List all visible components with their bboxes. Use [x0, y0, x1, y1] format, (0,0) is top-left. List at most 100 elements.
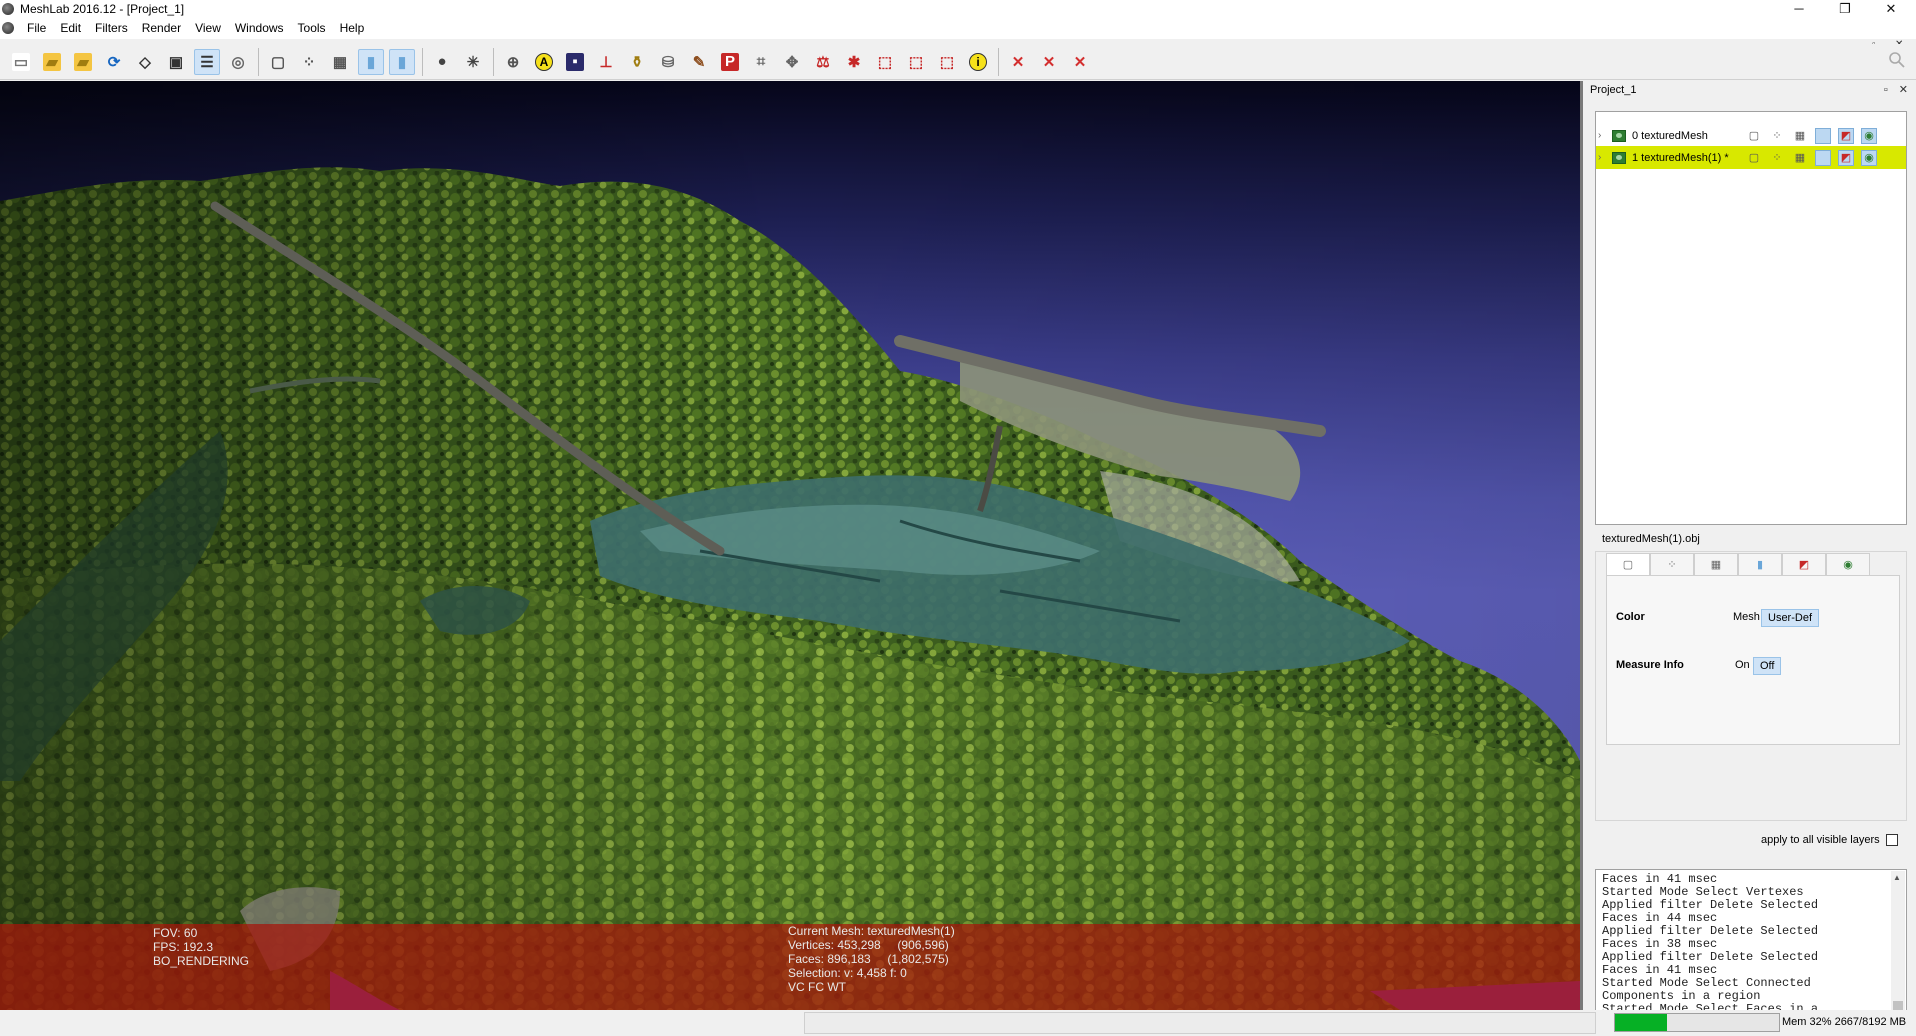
- bbox-icon[interactable]: ▢: [1746, 128, 1762, 144]
- visibility-eye-icon[interactable]: [1612, 151, 1626, 164]
- brush-icon[interactable]: ✎: [686, 49, 712, 75]
- paint-bucket-icon[interactable]: ⚱: [624, 49, 650, 75]
- pick-points-icon[interactable]: P: [717, 49, 743, 75]
- wireframe-icon[interactable]: ▦: [1792, 150, 1808, 166]
- reload-icon[interactable]: ⟳: [101, 49, 127, 75]
- system-menu-icon[interactable]: [2, 22, 14, 34]
- decorator-options: Color Mesh User-Def Measure Info On Off: [1606, 575, 1900, 745]
- tab-bbox-icon[interactable]: ▢: [1606, 553, 1650, 575]
- menu-view[interactable]: View: [188, 21, 228, 35]
- apply-all-checkbox[interactable]: [1885, 834, 1898, 846]
- select-vertices-icon[interactable]: ⬚: [903, 49, 929, 75]
- info-icon[interactable]: i: [965, 49, 991, 75]
- flat-icon[interactable]: [1815, 127, 1831, 144]
- toolbar-separator: [493, 47, 494, 76]
- search-icon[interactable]: [1886, 49, 1908, 71]
- maximize-button[interactable]: ❐: [1822, 0, 1868, 17]
- minimize-button[interactable]: ─: [1776, 0, 1822, 17]
- menu-filters[interactable]: Filters: [88, 21, 135, 35]
- layer-list: › 0 texturedMesh ▢ ⁘ ▦ ◩ ◉ › 1 texturedM…: [1595, 111, 1907, 525]
- 3d-viewport[interactable]: FOV: 60 FPS: 192.3 BO_RENDERING Current …: [0, 81, 1580, 1010]
- measure-option-off[interactable]: Off: [1753, 657, 1782, 675]
- color-option-mesh[interactable]: Mesh: [1733, 611, 1760, 623]
- menu-windows[interactable]: Windows: [228, 21, 291, 35]
- mesh-select-icon[interactable]: ⛁: [655, 49, 681, 75]
- open-project-icon[interactable]: ▰: [39, 49, 65, 75]
- new-project-icon[interactable]: ▭: [8, 49, 34, 75]
- delete-vertices-icon[interactable]: ✕: [1036, 49, 1062, 75]
- expand-arrow-icon[interactable]: ›: [1598, 130, 1608, 141]
- fps-label: FPS: 192.3: [153, 940, 214, 954]
- decorator-tabs: ▢ ⁘ ▦ ▮ ◩ ◉: [1606, 553, 1870, 575]
- menu-edit[interactable]: Edit: [53, 21, 88, 35]
- toolbar-separator: [258, 47, 259, 76]
- manipulator-icon[interactable]: ✥: [779, 49, 805, 75]
- texture-icon[interactable]: ◩: [1838, 127, 1854, 144]
- import-mesh-icon[interactable]: ▰: [70, 49, 96, 75]
- measure-option-on[interactable]: On: [1735, 659, 1750, 671]
- apply-all-label: apply to all visible layers: [1761, 834, 1880, 846]
- annotate-icon[interactable]: A: [531, 49, 557, 75]
- menu-tools[interactable]: Tools: [291, 21, 333, 35]
- points-icon[interactable]: ⁘: [296, 49, 322, 75]
- bbox-icon[interactable]: ▢: [265, 49, 291, 75]
- bbox-icon[interactable]: ▢: [1746, 150, 1762, 166]
- menu-render[interactable]: Render: [135, 21, 188, 35]
- panel-title: Project_1: [1590, 84, 1637, 96]
- export-mesh-icon[interactable]: ◇: [132, 49, 158, 75]
- textured-mesh-render[interactable]: [0, 81, 1580, 1010]
- tab-points-icon[interactable]: ⁘: [1650, 553, 1694, 575]
- delete-faces-icon[interactable]: ✕: [1005, 49, 1031, 75]
- smooth-icon[interactable]: ◉: [1861, 127, 1877, 144]
- expand-arrow-icon[interactable]: ›: [1598, 152, 1608, 163]
- scroll-up-icon[interactable]: ▲: [1893, 873, 1901, 882]
- fov-label: FOV: 60: [153, 926, 198, 940]
- smooth-icon[interactable]: ▮: [389, 48, 415, 75]
- light-icon[interactable]: ●: [429, 49, 455, 75]
- align-icon[interactable]: ⌗: [748, 49, 774, 75]
- snapshot-icon[interactable]: ▣: [163, 49, 189, 75]
- texture-icon[interactable]: ◩: [1838, 149, 1854, 166]
- tab-wireframe-icon[interactable]: ▦: [1694, 553, 1738, 575]
- flat-icon[interactable]: ▮: [358, 48, 384, 75]
- delete-all-icon[interactable]: ✕: [1067, 49, 1093, 75]
- measure-info-label: Measure Info: [1616, 659, 1684, 671]
- tab-smooth-icon[interactable]: ◉: [1826, 553, 1870, 575]
- toolbar-separator: [422, 47, 423, 76]
- close-button[interactable]: ✕: [1868, 0, 1914, 17]
- layers-icon[interactable]: ☰: [194, 48, 220, 75]
- color-label: Color: [1616, 611, 1645, 623]
- georef-icon[interactable]: ✱: [841, 49, 867, 75]
- fancy-light-icon[interactable]: ✳: [460, 49, 486, 75]
- select-connected-icon[interactable]: ⬚: [934, 49, 960, 75]
- current-mesh-label: Current Mesh: texturedMesh(1): [788, 924, 955, 938]
- raster-icon[interactable]: ◎: [225, 49, 251, 75]
- menu-file[interactable]: File: [20, 21, 53, 35]
- visibility-eye-icon[interactable]: [1612, 129, 1626, 142]
- layer-panel: Project_1 ▫ ✕ › 0 texturedMesh ▢ ⁘ ▦ ◩ ◉…: [1586, 81, 1916, 1036]
- smooth-icon[interactable]: ◉: [1861, 149, 1877, 166]
- image-icon[interactable]: ▪: [562, 49, 588, 75]
- points-icon[interactable]: ⁘: [1769, 150, 1785, 166]
- wireframe-icon[interactable]: ▦: [327, 49, 353, 75]
- tab-texture-icon[interactable]: ◩: [1782, 553, 1826, 575]
- apply-all-row[interactable]: apply to all visible layers: [1761, 834, 1898, 846]
- measure-icon[interactable]: ⚖: [810, 49, 836, 75]
- panel-dock-controls[interactable]: ▫ ✕: [1884, 83, 1912, 96]
- meshlab-logo-icon: [2, 2, 14, 15]
- points-icon[interactable]: ⁘: [1769, 128, 1785, 144]
- viewport-splitter[interactable]: [1580, 81, 1583, 1010]
- flat-icon[interactable]: [1815, 149, 1831, 166]
- trackball-icon[interactable]: ⊕: [500, 49, 526, 75]
- color-option-user-def[interactable]: User-Def: [1761, 609, 1819, 627]
- wireframe-icon[interactable]: ▦: [1792, 128, 1808, 144]
- layer-row[interactable]: › 0 texturedMesh ▢ ⁘ ▦ ◩ ◉: [1596, 124, 1906, 147]
- render-mode-label: BO_RENDERING: [153, 954, 250, 968]
- layer-row-selected[interactable]: › 1 texturedMesh(1) * ▢ ⁘ ▦ ◩ ◉: [1596, 146, 1906, 169]
- memory-progress-fill: [1615, 1014, 1668, 1031]
- axis-icon[interactable]: ⊥: [593, 49, 619, 75]
- select-faces-icon[interactable]: ⬚: [872, 49, 898, 75]
- tab-flat-icon[interactable]: ▮: [1738, 553, 1782, 575]
- menu-help[interactable]: Help: [333, 21, 372, 35]
- faces-label: Faces: 896,183 (1,802,575): [788, 952, 949, 966]
